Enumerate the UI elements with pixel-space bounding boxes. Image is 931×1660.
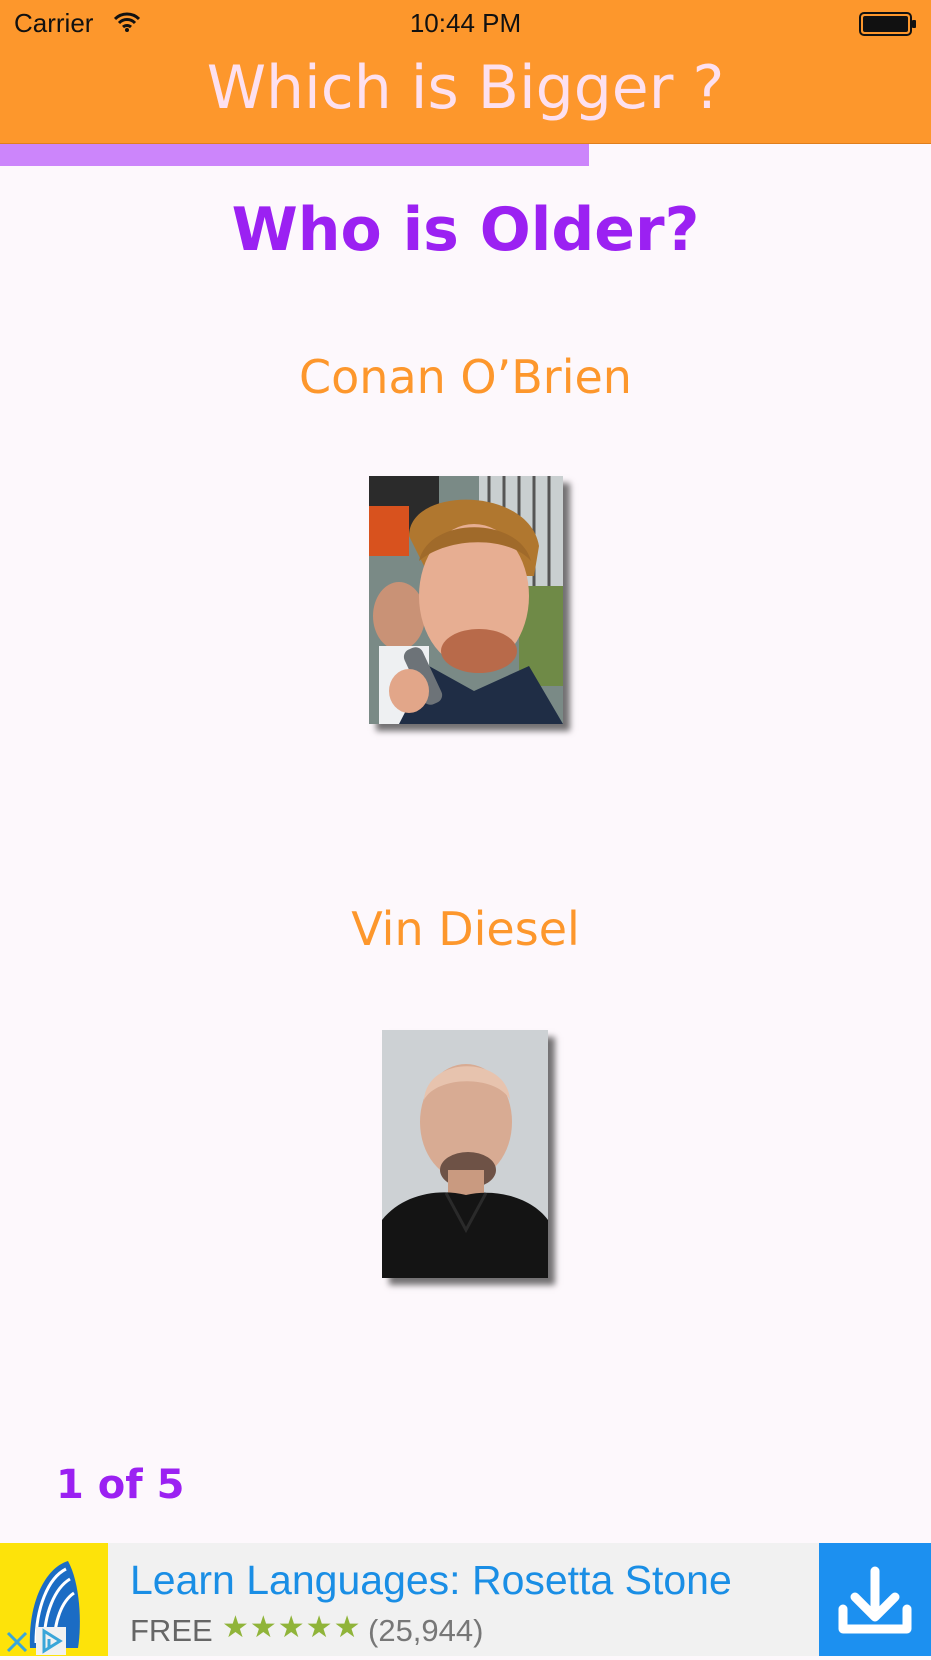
top-bar: Carrier 10:44 PM Which is Bigger ?	[0, 0, 931, 144]
question-counter: 1 of 5	[56, 1462, 185, 1508]
option-photo-2[interactable]	[382, 1030, 548, 1278]
option-photo-1[interactable]	[369, 476, 563, 724]
question-title: Who is Older?	[231, 195, 700, 265]
ad-choices[interactable]	[36, 1627, 66, 1655]
ad-close-icon[interactable]	[4, 1629, 30, 1655]
option-name-1[interactable]: Conan O’Brien	[0, 350, 931, 404]
battery-icon	[859, 12, 916, 36]
ad-rating-count: (25,944)	[368, 1613, 484, 1648]
ad-title[interactable]: Learn Languages: Rosetta Stone	[130, 1557, 732, 1604]
download-icon	[838, 1566, 912, 1634]
ad-price: FREE	[130, 1613, 213, 1648]
ad-banner[interactable]: Learn Languages: Rosetta Stone FREE ★★★★…	[0, 1543, 931, 1656]
person-photo-icon	[369, 476, 563, 724]
option-name-2[interactable]: Vin Diesel	[0, 902, 931, 956]
status-time: 10:44 PM	[409, 8, 522, 38]
person-photo-icon	[382, 1030, 548, 1278]
ad-download-button[interactable]	[819, 1543, 931, 1656]
app-title: Which is Bigger ?	[206, 53, 725, 123]
progress-bar	[0, 144, 931, 166]
progress-fill	[0, 144, 589, 166]
ad-choices-icon	[42, 1628, 63, 1654]
ad-rating-stars: ★★★★★	[222, 1610, 362, 1645]
